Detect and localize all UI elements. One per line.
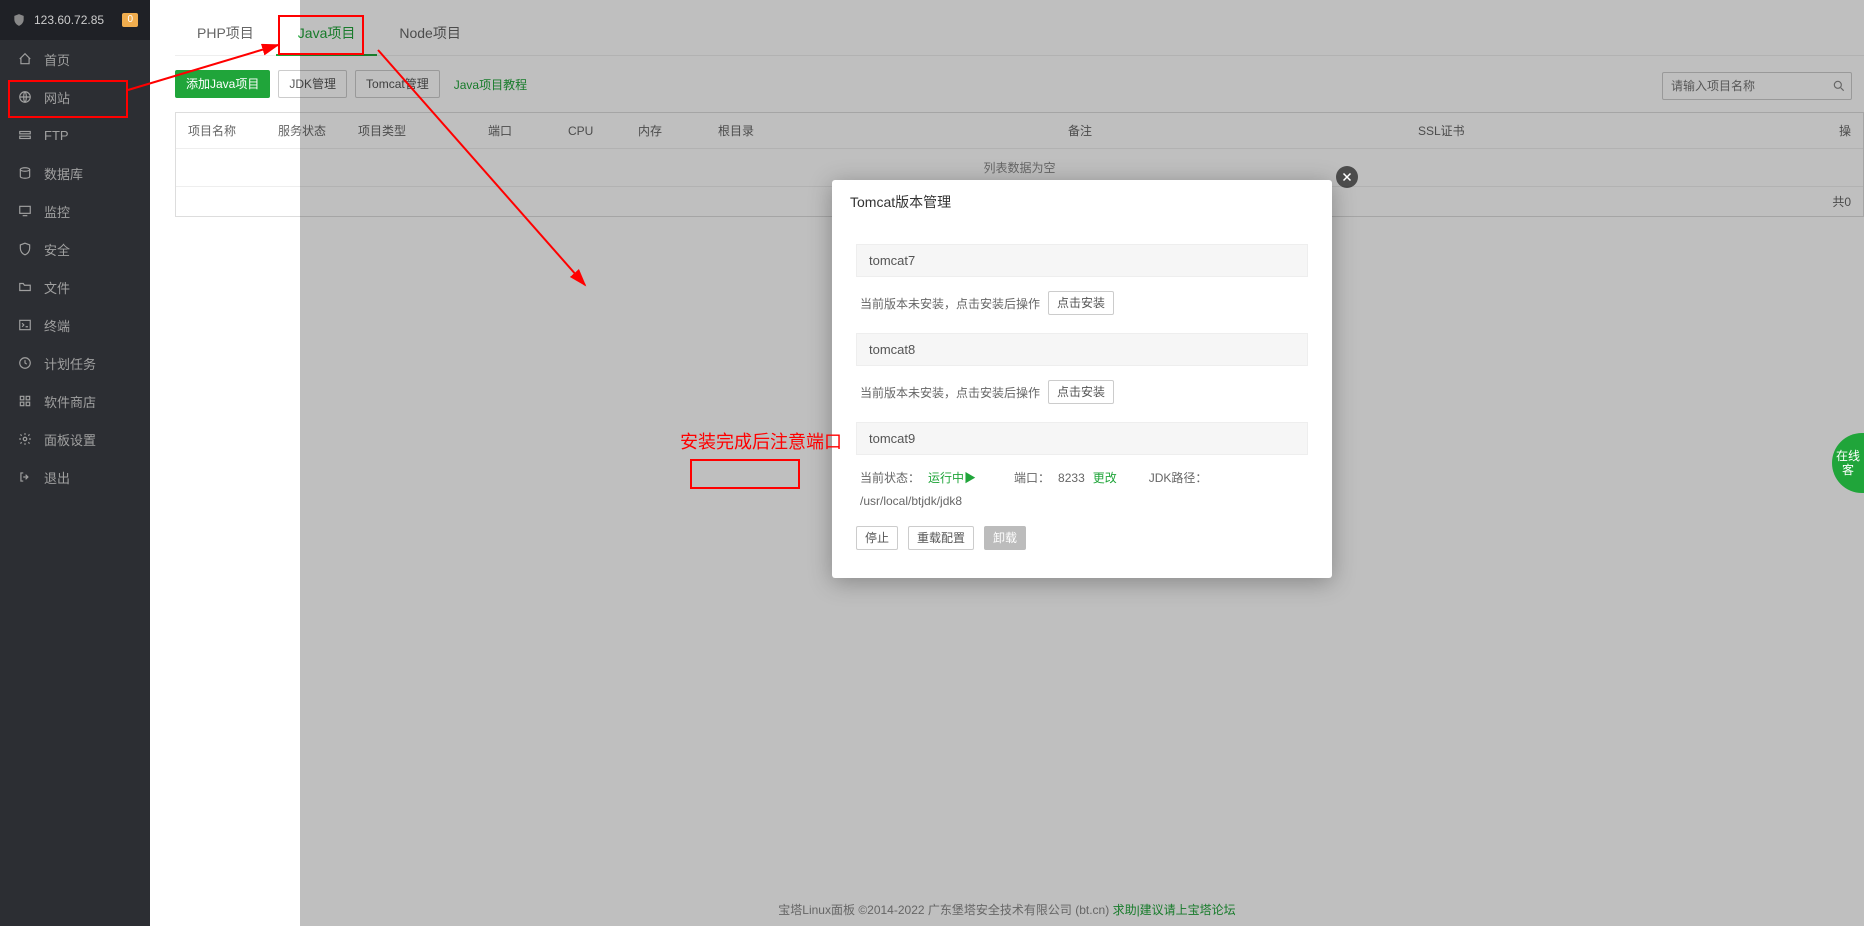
sidebar-item-label: 软件商店 [44,392,96,411]
shield-icon [16,242,34,256]
sidebar-item-label: 网站 [44,88,70,107]
add-java-project-button[interactable]: 添加Java项目 [175,70,270,98]
sidebar-item-label: 监控 [44,202,70,221]
monitor-icon [16,204,34,218]
clock-icon [16,356,34,370]
sidebar-item-website[interactable]: 网站 [0,78,150,116]
modal-body: tomcat7 当前版本未安装，点击安装后操作 点击安装 tomcat8 当前版… [832,224,1332,578]
home-icon [16,52,34,66]
terminal-icon [16,318,34,332]
tab-php[interactable]: PHP项目 [175,10,276,56]
stop-button[interactable]: 停止 [856,526,898,550]
sidebar-item-database[interactable]: 数据库 [0,154,150,192]
modal-close-button[interactable] [1336,166,1358,188]
ftp-icon [16,128,34,142]
sidebar-item-monitor[interactable]: 监控 [0,192,150,230]
port-value: 8233 [1058,471,1085,485]
sidebar-item-security[interactable]: 安全 [0,230,150,268]
globe-icon [16,90,34,104]
apps-icon [16,394,34,408]
install-button[interactable]: 点击安装 [1048,291,1114,315]
notification-badge[interactable]: 0 [122,13,138,27]
tomcat-version-modal: Tomcat版本管理 tomcat7 当前版本未安装，点击安装后操作 点击安装 … [832,180,1332,578]
logout-icon [16,470,34,484]
install-button[interactable]: 点击安装 [1048,380,1114,404]
gear-icon [16,432,34,446]
sidebar-item-settings[interactable]: 面板设置 [0,420,150,458]
version-status: 当前版本未安装，点击安装后操作 [860,384,1040,401]
change-port-link[interactable]: 更改 [1093,469,1117,486]
sidebar-item-terminal[interactable]: 终端 [0,306,150,344]
jdk-path-value: /usr/local/btjdk/jdk8 [860,494,962,508]
modal-title: Tomcat版本管理 [832,180,1332,224]
version-block-tomcat7: tomcat7 当前版本未安装，点击安装后操作 点击安装 [856,244,1308,323]
sidebar-item-files[interactable]: 文件 [0,268,150,306]
sidebar-item-label: 终端 [44,316,70,335]
sidebar: 123.60.72.85 0 首页 网站 FTP 数据库 监控 安全 文件 终端… [0,0,150,926]
modal-overlay: Tomcat版本管理 tomcat7 当前版本未安装，点击安装后操作 点击安装 … [300,0,1864,926]
version-block-tomcat8: tomcat8 当前版本未安装，点击安装后操作 点击安装 [856,333,1308,412]
sidebar-item-cron[interactable]: 计划任务 [0,344,150,382]
col-name: 项目名称 [188,122,278,139]
close-icon [1341,171,1353,183]
sidebar-item-label: 首页 [44,50,70,69]
port-label: 端口： [1014,469,1050,486]
folder-icon [16,280,34,294]
sidebar-item-label: 安全 [44,240,70,259]
sidebar-item-label: 数据库 [44,164,83,183]
version-name: tomcat7 [856,244,1308,277]
reload-config-button[interactable]: 重载配置 [908,526,974,550]
version-name: tomcat8 [856,333,1308,366]
sidebar-item-ftp[interactable]: FTP [0,116,150,154]
version-status: 当前版本未安装，点击安装后操作 [860,295,1040,312]
sidebar-item-label: 计划任务 [44,354,96,373]
sidebar-item-label: 面板设置 [44,430,96,449]
sidebar-item-appstore[interactable]: 软件商店 [0,382,150,420]
uninstall-button[interactable]: 卸载 [984,526,1026,550]
version-block-tomcat9: tomcat9 当前状态： 运行中▶ 端口： 8233 更改 JDK路径： /us… [856,422,1308,550]
shield-icon [12,13,26,27]
main-area: PHP项目 Java项目 Node项目 添加Java项目 JDK管理 Tomca… [150,0,1864,926]
sidebar-item-logout[interactable]: 退出 [0,458,150,496]
sidebar-item-label: FTP [44,128,69,143]
status-value: 运行中▶ [928,469,976,486]
server-ip: 123.60.72.85 [34,13,122,27]
sidebar-item-home[interactable]: 首页 [0,40,150,78]
jdk-path-label: JDK路径： [1149,469,1208,486]
status-label: 当前状态： [860,469,920,486]
version-name: tomcat9 [856,422,1308,455]
sidebar-item-label: 文件 [44,278,70,297]
sidebar-item-label: 退出 [44,468,70,487]
sidebar-header: 123.60.72.85 0 [0,0,150,40]
database-icon [16,166,34,180]
